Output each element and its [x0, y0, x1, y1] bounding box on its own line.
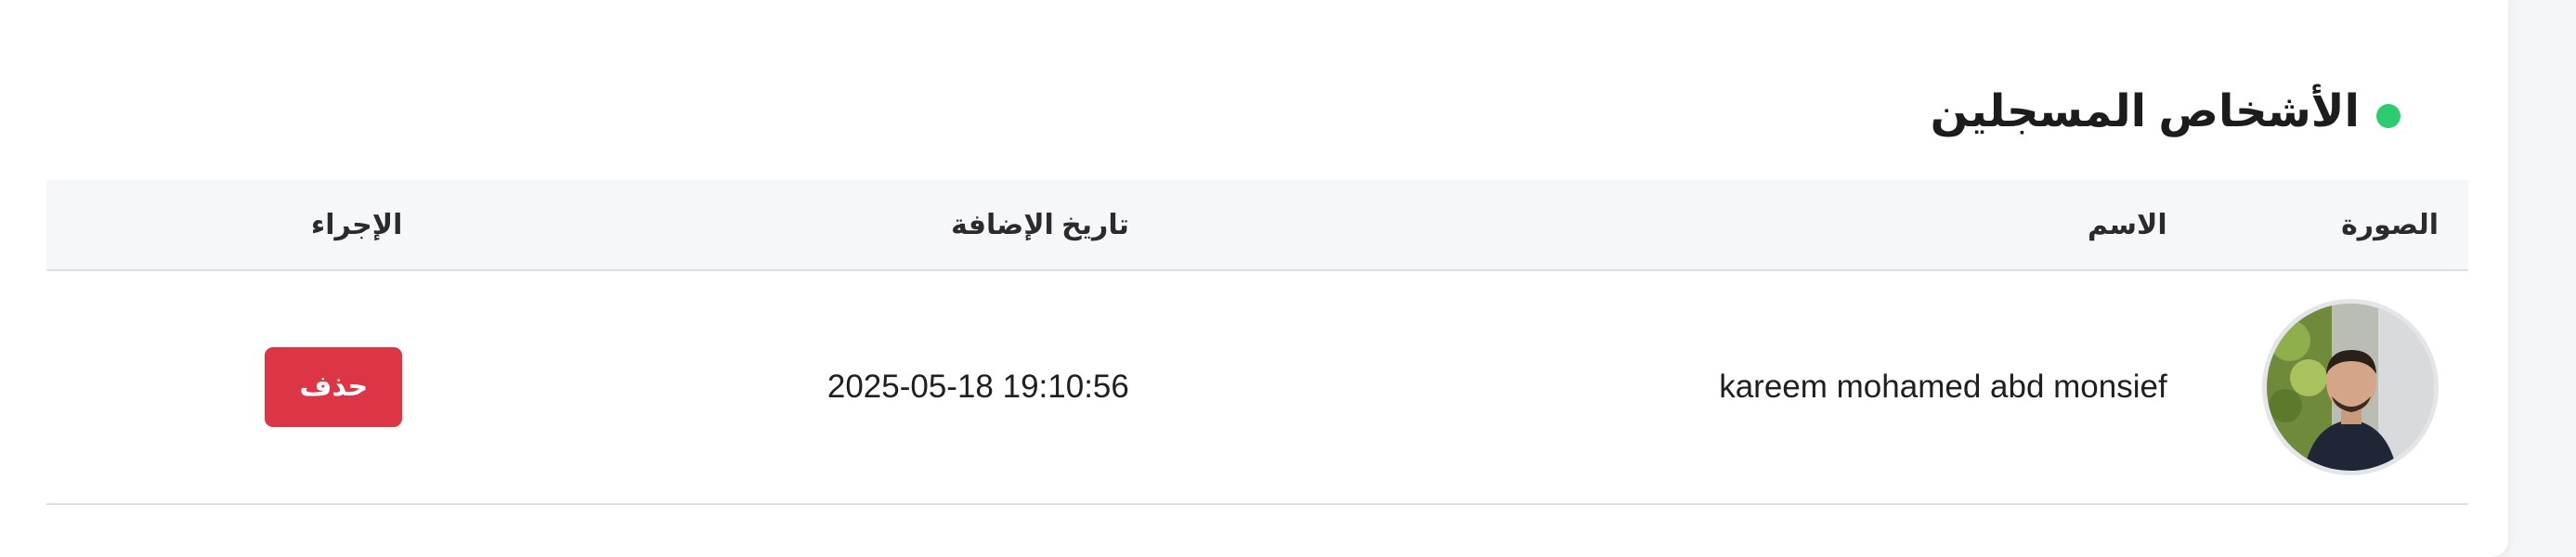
header-date-added: تاريخ الإضافة	[951, 209, 1129, 240]
table-row: kareem mohamed abd monsief 2025-05-18 19…	[46, 270, 2468, 504]
header-action: الإجراء	[310, 209, 403, 240]
registered-people-table: الصورة الاسم تاريخ الإضافة الإجراء karee…	[46, 180, 2468, 505]
photo-cell	[2167, 270, 2468, 504]
action-cell: حذف	[46, 270, 501, 504]
header-photo: الصورة	[2341, 209, 2439, 240]
section-header: الأشخاص المسجلين	[1931, 85, 2400, 137]
online-status-dot	[2376, 104, 2400, 128]
person-name: kareem mohamed abd monsief	[1719, 369, 2167, 405]
registered-people-card: الأشخاص المسجلين الصورة الاسم تاريخ الإض…	[0, 0, 2508, 557]
avatar	[2262, 299, 2439, 475]
header-name: الاسم	[2088, 209, 2167, 240]
delete-button[interactable]: حذف	[265, 347, 403, 427]
date-added: 2025-05-18 19:10:56	[826, 369, 1129, 405]
table-header-row: الصورة الاسم تاريخ الإضافة الإجراء	[46, 180, 2468, 270]
section-title: الأشخاص المسجلين	[1930, 87, 2360, 136]
person-photo-icon	[2267, 304, 2434, 471]
